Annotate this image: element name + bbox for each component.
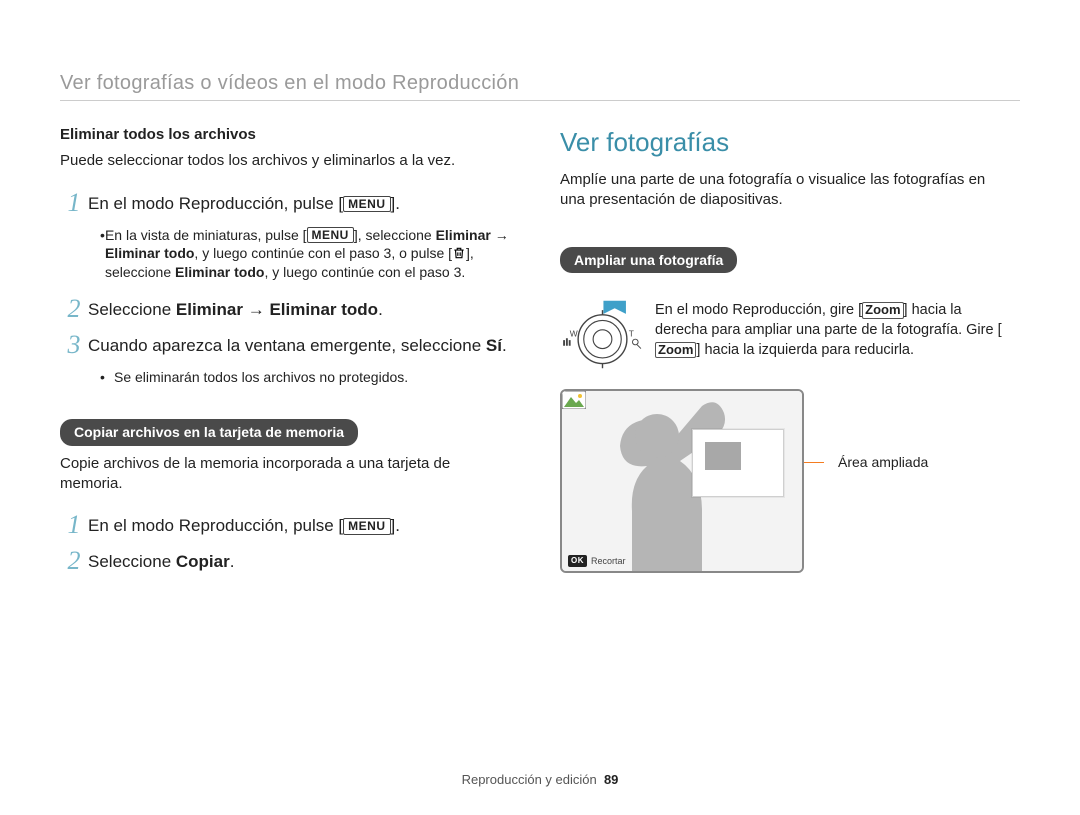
t: .	[502, 336, 507, 355]
left-column: Eliminar todos los archivos Puede selecc…	[60, 125, 510, 584]
step-number-2: 2	[60, 548, 88, 574]
screen-illustration: OK Recortar Área ampliada	[560, 389, 1010, 573]
delete-step3-sub: • Se eliminarán todos los archivos no pr…	[100, 368, 510, 387]
footer-section: Reproducción y edición	[462, 772, 597, 787]
menu-icon: MENU	[307, 227, 354, 243]
t: Eliminar todo	[105, 245, 194, 261]
t: Copiar	[176, 552, 230, 571]
t: .	[230, 552, 235, 571]
trash-icon	[452, 246, 466, 260]
dial-t-label: T	[629, 329, 634, 339]
step-number-1: 1	[60, 190, 88, 216]
step1-post: ].	[391, 194, 400, 213]
t: En la vista de miniaturas, pulse [	[105, 227, 307, 243]
delete-step1-text: En el modo Reproducción, pulse [MENU].	[88, 193, 400, 216]
t: .	[378, 300, 383, 319]
t: →	[491, 227, 509, 243]
ok-icon: OK	[568, 555, 587, 568]
copy-step2-text: Seleccione Copiar.	[88, 551, 234, 574]
t: En el modo Reproducción, gire [	[655, 302, 862, 318]
menu-icon: MENU	[343, 518, 390, 534]
camera-screen: OK Recortar	[560, 389, 804, 573]
delete-step3-text: Cuando aparezca la ventana emergente, se…	[88, 335, 507, 358]
delete-step-2: 2 Seleccione Eliminar → Eliminar todo.	[60, 296, 510, 322]
dial-w-label: W	[570, 329, 578, 339]
copy-step-2: 2 Seleccione Copiar.	[60, 548, 510, 574]
delete-step-3: 3 Cuando aparezca la ventana emergente, …	[60, 332, 510, 358]
zoom-label-box: Zoom	[655, 342, 696, 358]
t: ] hacia la izquierda para reducirla.	[696, 342, 914, 358]
t: Sí	[486, 336, 502, 355]
delete-all-intro: Puede seleccionar todos los archivos y e…	[60, 151, 510, 171]
page-footer: Reproducción y edición 89	[0, 771, 1080, 789]
view-photos-intro: Amplíe una parte de una fotografía o vis…	[560, 170, 1010, 211]
callout-label: Área ampliada	[838, 453, 928, 472]
t: Eliminar	[436, 227, 491, 243]
delete-all-heading: Eliminar todos los archivos	[60, 125, 510, 145]
copy-pill: Copiar archivos en la tarjeta de memoria	[60, 419, 358, 446]
crop-label: OK Recortar	[568, 555, 626, 568]
delete-sub-text2: Se eliminarán todos los archivos no prot…	[114, 368, 408, 387]
t: En el modo Reproducción, pulse [	[88, 516, 343, 535]
header-divider	[60, 100, 1020, 101]
recortar-text: Recortar	[591, 556, 626, 566]
step-number-2: 2	[60, 296, 88, 322]
delete-step2-text: Seleccione Eliminar → Eliminar todo.	[88, 299, 383, 322]
enlarge-pill: Ampliar una fotografía	[560, 247, 737, 274]
footer-page-number: 89	[604, 772, 618, 787]
copy-step1-text: En el modo Reproducción, pulse [MENU].	[88, 515, 400, 538]
delete-sub-text: En la vista de miniaturas, pulse [MENU],…	[105, 226, 510, 283]
zoom-label-box: Zoom	[862, 302, 903, 318]
zoom-instructions: W T En el modo Reproducción, gire [Zoom]…	[560, 297, 1010, 367]
step-number-1: 1	[60, 512, 88, 538]
picture-icon	[562, 391, 586, 409]
t: Eliminar todo	[175, 264, 264, 280]
zoom-overlay-box	[692, 429, 784, 497]
zoom-text: En el modo Reproducción, gire [Zoom] hac…	[655, 301, 1010, 360]
copy-step-1: 1 En el modo Reproducción, pulse [MENU].	[60, 512, 510, 538]
step1-pre: En el modo Reproducción, pulse [	[88, 194, 343, 213]
t: ], seleccione	[354, 227, 436, 243]
zoom-dial-icon: W T	[560, 297, 645, 367]
t: Seleccione	[88, 300, 176, 319]
t: , y luego continúe con el paso 3.	[264, 264, 465, 280]
right-column: Ver fotografías Amplíe una parte de una …	[560, 125, 1010, 573]
t: Eliminar	[176, 300, 243, 319]
delete-step1-sub: • En la vista de miniaturas, pulse [MENU…	[100, 226, 510, 283]
bullet-dot: •	[100, 368, 114, 387]
t: , y luego continúe con el paso 3, o puls…	[194, 245, 452, 261]
step-number-3: 3	[60, 332, 88, 358]
copy-intro: Copie archivos de la memoria incorporada…	[60, 454, 510, 495]
delete-step-1: 1 En el modo Reproducción, pulse [MENU].	[60, 190, 510, 216]
t: Seleccione	[88, 552, 176, 571]
menu-icon: MENU	[343, 196, 390, 212]
zoom-overlay-inner	[705, 442, 741, 470]
t: Cuando aparezca la ventana emergente, se…	[88, 336, 486, 355]
t: →	[243, 300, 269, 319]
t: Eliminar todo	[269, 300, 378, 319]
t: ].	[391, 516, 400, 535]
breadcrumb-title: Ver fotografías o vídeos en el modo Repr…	[60, 70, 519, 97]
view-photos-title: Ver fotografías	[560, 125, 1010, 160]
